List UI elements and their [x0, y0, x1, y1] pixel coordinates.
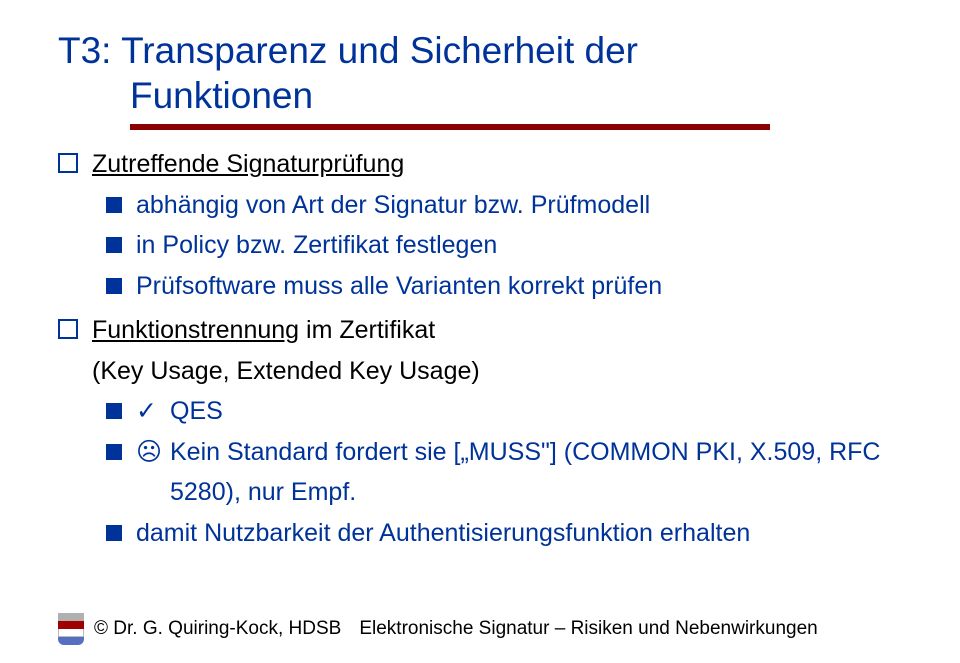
bullet-paren: (Key Usage, Extended Key Usage) [92, 351, 902, 392]
bullet-body: Funktionstrennung im Zertifikat (Key Usa… [92, 310, 902, 391]
bullet-lvl2: Kein Standard fordert sie [„MUSS"] (COMM… [106, 432, 902, 513]
bullet-lvl1: Zutreffende Signaturprüfung [58, 144, 902, 185]
bullet-lvl2: abhängig von Art der Signatur bzw. Prüfm… [106, 185, 902, 226]
bullet-text: abhängig von Art der Signatur bzw. Prüfm… [136, 185, 650, 226]
bullet-lvl3: QES [136, 391, 902, 432]
slide: T3: Transparenz und Sicherheit der Funkt… [0, 0, 960, 663]
checkmark-icon [136, 391, 162, 432]
content: Zutreffende Signaturprüfung abhängig von… [58, 144, 902, 553]
open-square-icon [58, 319, 78, 339]
bullet-text: Prüfsoftware muss alle Varianten korrekt… [136, 266, 662, 307]
bullet-lvl2: Prüfsoftware muss alle Varianten korrekt… [106, 266, 902, 307]
footer-caption: Elektronische Signatur – Risiken und Neb… [359, 618, 817, 640]
title-rule-wrap [58, 124, 902, 130]
title-line-1: T3: Transparenz und Sicherheit der [58, 28, 902, 73]
bullet-body: QES [136, 391, 902, 432]
footer: © Dr. G. Quiring-Kock, HDSB Elektronisch… [58, 613, 902, 645]
filled-square-icon [106, 403, 122, 419]
crest-icon [58, 613, 84, 645]
bullet-lvl2: in Policy bzw. Zertifikat festlegen [106, 225, 902, 266]
bullet-lvl3: Kein Standard fordert sie [„MUSS"] (COMM… [136, 432, 902, 513]
bullet-underline: Zutreffende Signaturprüfung [92, 150, 404, 178]
bullet-text: in Policy bzw. Zertifikat festlegen [136, 225, 497, 266]
filled-square-icon [106, 444, 122, 460]
filled-square-icon [106, 237, 122, 253]
bullet-lvl1: Funktionstrennung im Zertifikat (Key Usa… [58, 310, 902, 391]
footer-copyright: © Dr. G. Quiring-Kock, HDSB [94, 618, 341, 640]
bullet-lvl2: damit Nutzbarkeit der Authentisierungsfu… [106, 513, 902, 554]
bullet-text: Kein Standard fordert sie [„MUSS"] (COMM… [170, 432, 902, 513]
title-rule [130, 124, 770, 130]
bullet-lvl2: QES [106, 391, 902, 432]
bullet-body: Zutreffende Signaturprüfung [92, 144, 902, 185]
title-line-2: Funktionen [58, 73, 902, 118]
bullet-text: damit Nutzbarkeit der Authentisierungsfu… [136, 513, 750, 554]
filled-square-icon [106, 525, 122, 541]
slide-title: T3: Transparenz und Sicherheit der Funkt… [58, 28, 902, 118]
bullet-rest: im Zertifikat [299, 316, 435, 344]
filled-square-icon [106, 197, 122, 213]
bullet-body: Kein Standard fordert sie [„MUSS"] (COMM… [136, 432, 902, 513]
bullet-underline: Funktionstrennung [92, 316, 299, 344]
filled-square-icon [106, 278, 122, 294]
bullet-text: QES [170, 391, 223, 432]
sadface-icon [136, 432, 162, 473]
open-square-icon [58, 153, 78, 173]
